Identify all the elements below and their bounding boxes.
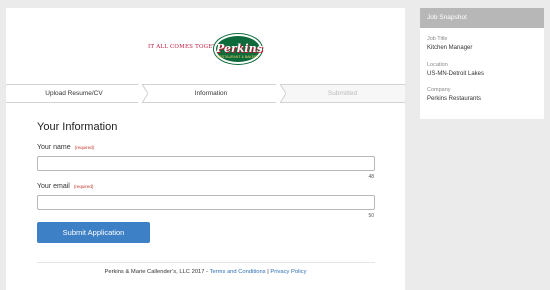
job-title-label: Job Title: [427, 36, 448, 42]
terms-link[interactable]: Terms and Conditions: [210, 269, 266, 275]
footer-divider: [37, 262, 375, 263]
email-input[interactable]: [37, 195, 375, 210]
application-card: IT ALL COMES TOGETHER AT Perkins RESTAUR…: [6, 8, 405, 290]
email-label: Your email (required): [37, 183, 93, 190]
step-upload-resume: Upload Resume/CV: [45, 90, 103, 97]
name-label: Your name (required): [37, 144, 94, 151]
logo-subtitle: RESTAURANT & BAKERY: [217, 55, 259, 59]
job-snapshot-heading: Job Snapshot: [420, 8, 544, 28]
footer-separator: |: [267, 269, 269, 275]
name-label-text: Your name: [37, 144, 71, 151]
footer-copyright: Perkins & Marie Callender’s, LLC 2017 -: [104, 269, 209, 275]
company-value: Perkins Restaurants: [427, 96, 482, 102]
privacy-link[interactable]: Privacy Policy: [270, 269, 306, 275]
perkins-logo-icon: Perkins RESTAURANT & BAKERY: [214, 34, 263, 64]
name-input[interactable]: [37, 156, 375, 171]
step-information: Information: [194, 90, 228, 97]
progress-steps: Upload Resume/CV Information Submitted: [6, 84, 405, 103]
job-title-value: Kitchen Manager: [427, 45, 473, 51]
name-required-note: (required): [74, 145, 95, 150]
step-submitted: Submitted: [280, 85, 405, 102]
location-value: US-MN-Detroit Lakes: [427, 71, 485, 77]
brand-logo: IT ALL COMES TOGETHER AT Perkins RESTAUR…: [6, 8, 405, 76]
name-char-counter: 48: [368, 174, 374, 180]
company-label: Company: [427, 87, 451, 93]
step-chevron-icon: [276, 84, 286, 103]
email-label-text: Your email: [37, 183, 70, 190]
step-chevron-icon: [138, 84, 148, 103]
location-label: Location: [427, 62, 448, 68]
email-required-note: (required): [73, 184, 94, 189]
job-snapshot-panel: Job Snapshot Job Title Kitchen Manager L…: [420, 8, 544, 119]
email-char-counter: 50: [368, 213, 374, 219]
logo-wordmark: Perkins: [216, 42, 263, 55]
section-title: Your Information: [37, 121, 118, 133]
submit-application-button[interactable]: Submit Application: [37, 222, 150, 243]
footer: Perkins & Marie Callender’s, LLC 2017 - …: [6, 269, 405, 275]
